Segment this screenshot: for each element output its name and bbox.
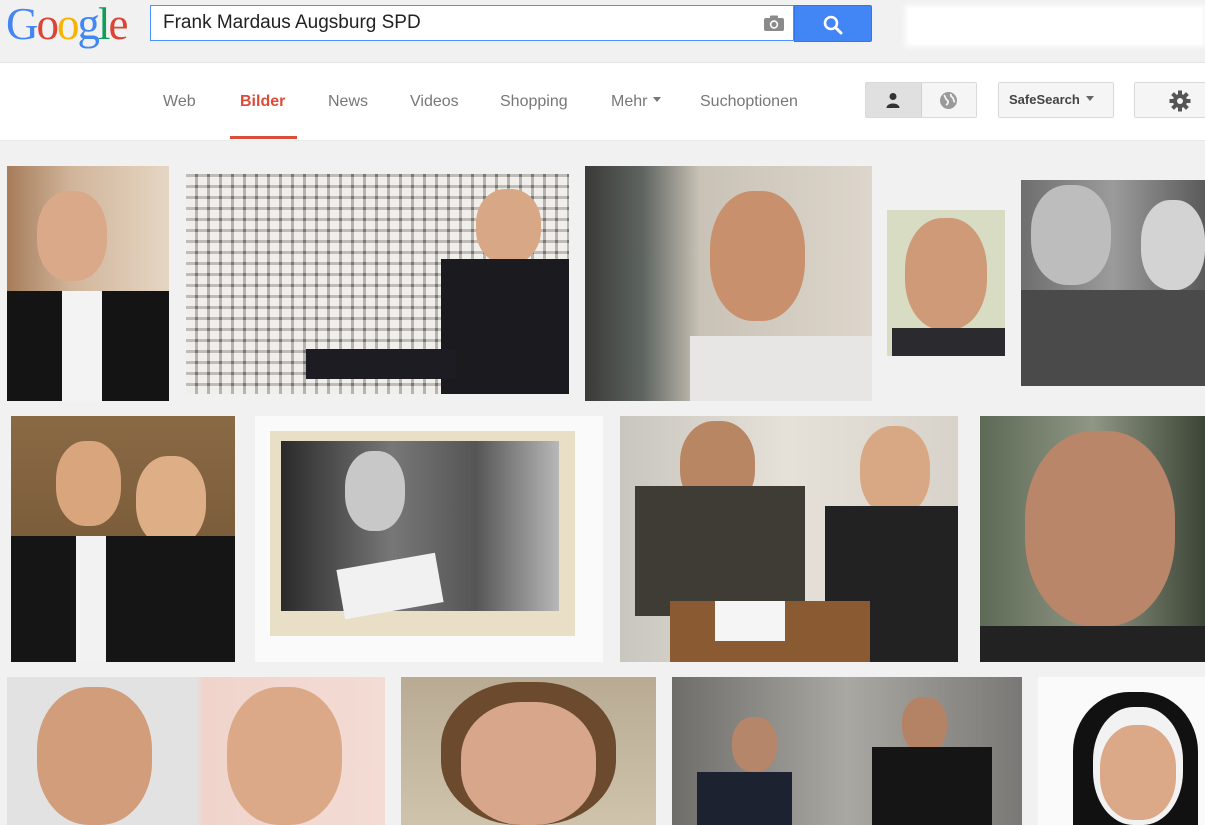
search-nav: Web Bilder News Videos Shopping Mehr Suc… [0, 63, 1205, 141]
image-result[interactable] [980, 416, 1205, 662]
image-result[interactable] [1038, 677, 1205, 825]
tab-videos[interactable]: Videos [410, 93, 459, 111]
results-mode-toggle [865, 82, 977, 118]
logo-letter: e [108, 0, 129, 49]
search-icon [823, 15, 843, 35]
image-results-grid [0, 141, 1205, 825]
image-result[interactable] [11, 416, 235, 662]
search-box[interactable] [150, 5, 794, 41]
image-result[interactable] [620, 416, 958, 662]
active-tab-indicator [230, 136, 297, 139]
settings-button[interactable] [1134, 82, 1205, 118]
tab-web[interactable]: Web [163, 93, 196, 111]
tab-mehr[interactable]: Mehr [611, 93, 662, 111]
safesearch-label: SafeSearch [1009, 92, 1080, 107]
logo-letter: o [57, 0, 79, 49]
global-results-button[interactable] [922, 83, 977, 117]
tab-news[interactable]: News [328, 93, 368, 111]
google-logo[interactable]: Google [6, 0, 129, 49]
account-area-redacted [905, 5, 1205, 47]
image-result[interactable] [585, 166, 872, 401]
safesearch-button[interactable]: SafeSearch [998, 82, 1114, 118]
logo-letter: l [98, 0, 110, 49]
image-result[interactable] [7, 166, 169, 401]
camera-icon[interactable] [763, 15, 785, 32]
image-result[interactable] [401, 677, 656, 825]
tab-mehr-label: Mehr [611, 93, 648, 110]
tab-suchoptionen[interactable]: Suchoptionen [700, 93, 798, 111]
image-result[interactable] [255, 416, 603, 662]
search-input[interactable] [163, 11, 753, 35]
image-result[interactable] [186, 174, 569, 394]
image-result[interactable] [1021, 180, 1205, 386]
image-result[interactable] [672, 677, 1022, 825]
logo-letter: G [6, 0, 38, 49]
person-icon [886, 93, 900, 108]
image-result[interactable] [887, 210, 1005, 356]
chevron-down-icon [653, 97, 662, 103]
chevron-down-icon [1085, 96, 1094, 102]
personal-results-button[interactable] [866, 83, 922, 117]
image-result[interactable] [7, 677, 385, 825]
tab-shopping[interactable]: Shopping [500, 93, 568, 111]
gear-icon [1169, 90, 1191, 112]
search-button[interactable] [794, 5, 872, 42]
globe-icon [940, 92, 957, 109]
tab-bilder[interactable]: Bilder [240, 93, 285, 111]
logo-letter: o [36, 0, 59, 49]
logo-letter: g [77, 0, 100, 49]
top-bar: Google [0, 0, 1205, 63]
